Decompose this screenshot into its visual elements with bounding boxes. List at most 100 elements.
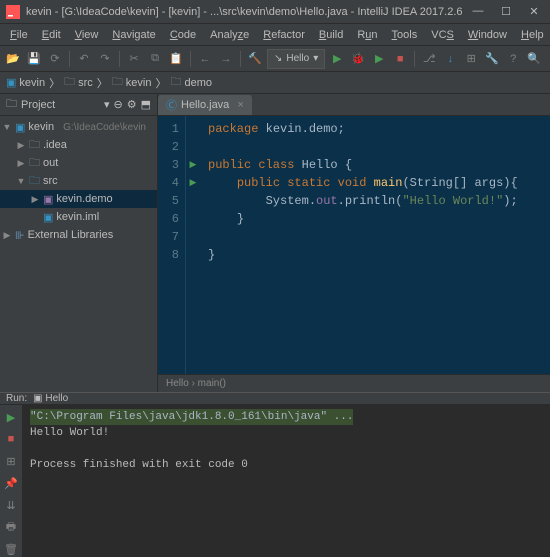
console-output[interactable]: "C:\Program Files\java\jdk1.8.0_161\bin\… [22, 405, 550, 557]
run-header: Run: ▣ Hello [0, 393, 550, 405]
folder-icon: 🗀 [112, 73, 123, 92]
editor-area: Ⓒ Hello.java × 12345678 ▶▶ package kevin… [158, 94, 550, 392]
collapse-icon[interactable]: ⊖ [114, 98, 123, 111]
main-toolbar: 📂 💾 ⟳ ↶ ↷ ✂ ⧉ 📋 ← → 🔨 ↘ Hello ▾ ▶ 🐞 ▶ ■ … [0, 46, 550, 72]
package-icon: ▣ [43, 193, 53, 206]
run-gutter-icon[interactable]: ▶ [186, 174, 200, 192]
module-file-icon: ▣ [43, 211, 53, 224]
console-command: "C:\Program Files\java\jdk1.8.0_161\bin\… [30, 409, 353, 425]
breadcrumb-bar: ▣kevin 〉 🗀src 〉 🗀kevin 〉 🗀demo [0, 72, 550, 94]
undo-icon[interactable]: ↶ [75, 50, 93, 68]
run-tool-window: Run: ▣ Hello ▶ ■ ⊞ 📌 ⇊ 🖶 🗑 "C:\Program F… [0, 392, 550, 522]
stop-icon[interactable]: ■ [391, 50, 409, 68]
chevron-down-icon: ▾ [313, 53, 318, 64]
copy-icon[interactable]: ⧉ [146, 50, 164, 68]
java-class-icon: Ⓒ [166, 97, 177, 113]
search-icon[interactable]: 🔍 [525, 50, 543, 68]
menu-tools[interactable]: Tools [386, 27, 424, 43]
stop-icon[interactable]: ■ [3, 431, 19, 447]
crumb-demo[interactable]: 🗀demo [170, 73, 212, 92]
open-icon[interactable]: 📂 [4, 50, 22, 68]
menu-code[interactable]: Code [164, 27, 202, 43]
menu-run[interactable]: Run [351, 27, 383, 43]
run-config-arrow-icon: ↘ [274, 53, 282, 64]
menu-bar: File Edit View Navigate Code Analyze Ref… [0, 24, 550, 46]
vcs-icon[interactable]: ⎇ [420, 50, 438, 68]
app-logo-icon [6, 5, 20, 19]
menu-navigate[interactable]: Navigate [106, 27, 161, 43]
tree-idea[interactable]: ▶🗀.idea [0, 136, 157, 154]
close-button[interactable]: ✕ [524, 5, 544, 18]
clear-icon[interactable]: 🗑 [3, 541, 19, 557]
tree-package[interactable]: ▶▣kevin.demo [0, 190, 157, 208]
menu-build[interactable]: Build [313, 27, 349, 43]
menu-view[interactable]: View [69, 27, 105, 43]
cut-icon[interactable]: ✂ [125, 50, 143, 68]
gutter-marks: ▶▶ [186, 116, 200, 374]
pin-icon[interactable]: 📌 [3, 475, 19, 491]
help-icon[interactable]: ? [504, 50, 522, 68]
folder-icon: 🗀 [29, 154, 40, 173]
main-area: 🗀 Project ▾ ⊖ ⚙ ⬒ ▼▣kevin G:\IdeaCode\ke… [0, 94, 550, 392]
folder-icon: 🗀 [64, 73, 75, 92]
menu-file[interactable]: File [4, 27, 34, 43]
editor-tab-hello[interactable]: Ⓒ Hello.java × [158, 95, 252, 115]
settings-icon[interactable]: 🔧 [483, 50, 501, 68]
project-tree: ▼▣kevin G:\IdeaCode\kevin ▶🗀.idea ▶🗀out … [0, 116, 157, 392]
project-panel-title: Project [21, 99, 100, 111]
editor-body[interactable]: 12345678 ▶▶ package kevin.demo; public c… [158, 116, 550, 374]
project-icon: 🗀 [6, 95, 17, 114]
crumb-module[interactable]: ▣kevin [6, 76, 45, 89]
update-icon[interactable]: ↓ [441, 50, 459, 68]
tree-src[interactable]: ▼🗀src [0, 172, 157, 190]
editor-breadcrumb: Hello › main() [158, 374, 550, 392]
structure-icon[interactable]: ⊞ [462, 50, 480, 68]
back-icon[interactable]: ← [196, 50, 214, 68]
maximize-button[interactable]: ☐ [496, 5, 516, 18]
forward-icon[interactable]: → [217, 50, 235, 68]
menu-refactor[interactable]: Refactor [257, 27, 311, 43]
crumb-src[interactable]: 🗀src [64, 73, 93, 92]
run-icon[interactable]: ▶ [328, 50, 346, 68]
window-controls: — ☐ ✕ [468, 5, 544, 18]
editor-tab-label: Hello.java [181, 99, 229, 111]
menu-window[interactable]: Window [462, 27, 513, 43]
source-folder-icon: 🗀 [29, 172, 40, 191]
tree-root[interactable]: ▼▣kevin G:\IdeaCode\kevin [0, 118, 157, 136]
crumb-kevin[interactable]: 🗀kevin [112, 73, 152, 92]
close-tab-icon[interactable]: × [237, 99, 243, 111]
build-icon[interactable]: 🔨 [246, 50, 264, 68]
coverage-icon[interactable]: ▶ [370, 50, 388, 68]
code-content[interactable]: package kevin.demo; public class Hello {… [200, 116, 550, 374]
rerun-icon[interactable]: ▶ [3, 409, 19, 425]
chevron-down-icon[interactable]: ▾ [104, 98, 110, 111]
run-gutter-icon[interactable]: ▶ [186, 156, 200, 174]
refresh-icon[interactable]: ⟳ [46, 50, 64, 68]
line-gutter: 12345678 [158, 116, 186, 374]
title-bar: kevin - [G:\IdeaCode\kevin] - [kevin] - … [0, 0, 550, 24]
print-icon[interactable]: 🖶 [3, 519, 19, 535]
debug-icon[interactable]: 🐞 [349, 50, 367, 68]
minimize-button[interactable]: — [468, 5, 488, 18]
project-panel-header: 🗀 Project ▾ ⊖ ⚙ ⬒ [0, 94, 157, 116]
tree-iml[interactable]: ▣kevin.iml [0, 208, 157, 226]
scroll-icon[interactable]: ⇊ [3, 497, 19, 513]
menu-analyze[interactable]: Analyze [204, 27, 255, 43]
tree-out[interactable]: ▶🗀out [0, 154, 157, 172]
gear-icon[interactable]: ⚙ [127, 98, 137, 111]
menu-help[interactable]: Help [515, 27, 550, 43]
run-tab-config[interactable]: ▣ Hello [33, 393, 68, 404]
menu-vcs[interactable]: VCS [425, 27, 460, 43]
console-line: Process finished with exit code 0 [30, 457, 542, 473]
menu-edit[interactable]: Edit [36, 27, 67, 43]
run-config-selector[interactable]: ↘ Hello ▾ [267, 49, 325, 69]
tree-ext-libs[interactable]: ▶⊪External Libraries [0, 226, 157, 244]
run-tab-label: Run: [6, 393, 27, 404]
save-icon[interactable]: 💾 [25, 50, 43, 68]
hide-icon[interactable]: ⬒ [141, 98, 151, 111]
layout-icon[interactable]: ⊞ [3, 453, 19, 469]
paste-icon[interactable]: 📋 [167, 50, 185, 68]
module-icon: ▣ [15, 121, 25, 134]
redo-icon[interactable]: ↷ [96, 50, 114, 68]
run-toolbar: ▶ ■ ⊞ 📌 ⇊ 🖶 🗑 [0, 405, 22, 557]
